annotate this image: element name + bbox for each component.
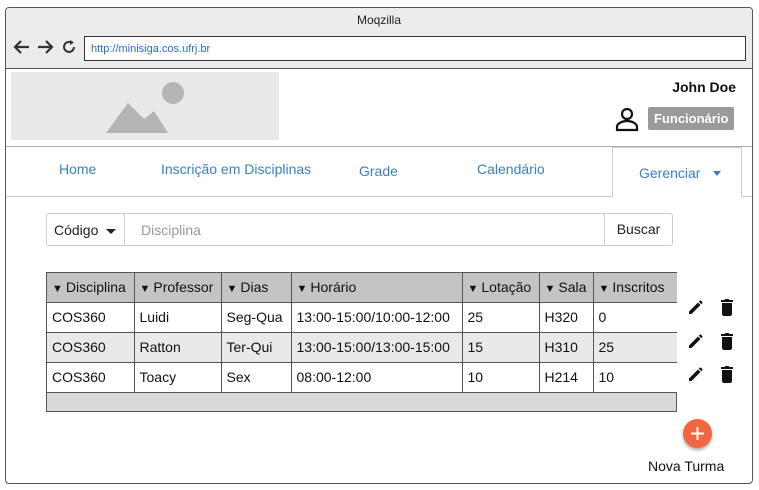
column-header-label: Disciplina bbox=[65, 279, 126, 296]
column-header-label: Lotação bbox=[481, 279, 532, 296]
table-header-row: ▼ Disciplina ▼ Professor ▼ Dias ▼ Horário ▼ L… bbox=[47, 273, 677, 303]
sort-icon: ▼ bbox=[139, 283, 151, 296]
role-badge: Funcionário bbox=[648, 107, 735, 130]
trash-icon[interactable] bbox=[719, 364, 735, 384]
cell-dias: Seg-Qua bbox=[221, 302, 292, 333]
image-placeholder-icon bbox=[106, 82, 184, 133]
reload-icon[interactable] bbox=[60, 38, 78, 56]
table-row[interactable]: COS360 Toacy Sex 08:00-12:00 10 H214 10 bbox=[47, 362, 677, 393]
search-bar: Código Buscar bbox=[46, 213, 673, 246]
browser-window: Moqzilla http://minisiga.cos.ufrj.br Joh… bbox=[5, 7, 753, 484]
sort-icon: ▼ bbox=[226, 283, 238, 296]
tab-grade[interactable]: Grade bbox=[359, 163, 398, 179]
column-header-label: Horário bbox=[310, 279, 357, 296]
column-header-professor[interactable]: ▼ Professor bbox=[134, 273, 222, 303]
column-header-label: Inscritos bbox=[612, 279, 665, 296]
site-header: John Doe Funcionário bbox=[6, 69, 752, 147]
sort-icon: ▼ bbox=[296, 283, 308, 296]
tab-calendario[interactable]: Calendário bbox=[477, 161, 545, 177]
cell-sala: H320 bbox=[539, 302, 594, 333]
add-class-button[interactable] bbox=[683, 419, 712, 448]
sort-icon: ▼ bbox=[467, 283, 479, 296]
sort-icon: ▼ bbox=[598, 283, 610, 296]
cell-horario: 13:00-15:00/10:00-12:00 bbox=[291, 302, 463, 333]
cell-disciplina: COS360 bbox=[47, 302, 135, 333]
column-header-disciplina[interactable]: ▼ Disciplina bbox=[47, 273, 135, 303]
cell-professor: Luidi bbox=[134, 302, 222, 333]
table-row[interactable]: COS360 Ratton Ter-Qui 13:00-15:00/13:00-… bbox=[47, 332, 677, 363]
cell-disciplina: COS360 bbox=[47, 362, 135, 393]
url-bar[interactable]: http://minisiga.cos.ufrj.br bbox=[84, 36, 746, 61]
tab-gerenciar-label: Gerenciar bbox=[639, 165, 701, 181]
tab-inscricao[interactable]: Inscrição em Disciplinas bbox=[161, 161, 311, 177]
browser-titlebar: Moqzilla http://minisiga.cos.ufrj.br bbox=[6, 8, 752, 69]
cell-dias: Ter-Qui bbox=[221, 332, 292, 363]
forward-arrow-icon[interactable] bbox=[36, 38, 54, 56]
logo-placeholder bbox=[11, 72, 279, 140]
plus-icon bbox=[691, 427, 704, 440]
dropdown-caret-icon bbox=[106, 229, 116, 234]
tab-home[interactable]: Home bbox=[59, 161, 96, 177]
cell-professor: Ratton bbox=[134, 332, 222, 363]
search-input[interactable] bbox=[126, 214, 604, 245]
user-name: John Doe bbox=[672, 79, 736, 95]
window-title: Moqzilla bbox=[356, 13, 401, 27]
cell-horario: 08:00-12:00 bbox=[291, 362, 463, 393]
pencil-icon[interactable] bbox=[686, 331, 706, 351]
cell-lotacao: 15 bbox=[462, 332, 540, 363]
row-actions bbox=[686, 364, 736, 384]
column-header-dias[interactable]: ▼ Dias bbox=[221, 273, 292, 303]
cell-inscritos: 10 bbox=[593, 362, 677, 393]
back-arrow-icon[interactable] bbox=[13, 38, 31, 56]
cell-disciplina: COS360 bbox=[47, 332, 135, 363]
cell-lotacao: 25 bbox=[462, 302, 540, 333]
trash-icon[interactable] bbox=[719, 331, 735, 351]
table-row[interactable]: COS360 Luidi Seg-Qua 13:00-15:00/10:00-1… bbox=[47, 302, 677, 333]
pencil-icon[interactable] bbox=[686, 297, 706, 317]
column-header-inscritos[interactable]: ▼ Inscritos bbox=[593, 273, 677, 303]
sort-icon: ▼ bbox=[544, 283, 556, 296]
sort-icon: ▼ bbox=[52, 283, 63, 296]
column-header-label: Professor bbox=[153, 279, 214, 296]
column-header-label: Dias bbox=[240, 279, 269, 296]
column-header-lotacao[interactable]: ▼ Lotação bbox=[462, 273, 540, 303]
pencil-icon[interactable] bbox=[686, 364, 706, 384]
column-header-sala[interactable]: ▼ Sala bbox=[539, 273, 594, 303]
cell-inscritos: 25 bbox=[593, 332, 677, 363]
classes-table: ▼ Disciplina ▼ Professor ▼ Dias ▼ Horário ▼ L… bbox=[47, 273, 677, 393]
search-button[interactable]: Buscar bbox=[604, 214, 672, 245]
tab-gerenciar[interactable]: Gerenciar bbox=[612, 147, 742, 198]
cell-professor: Toacy bbox=[134, 362, 222, 393]
add-class-label: Nova Turma bbox=[648, 458, 725, 474]
row-actions bbox=[686, 331, 736, 351]
column-header-label: Sala bbox=[558, 279, 587, 296]
chevron-down-icon bbox=[713, 171, 721, 176]
cell-lotacao: 10 bbox=[462, 362, 540, 393]
cell-sala: H310 bbox=[539, 332, 594, 363]
cell-dias: Sex bbox=[221, 362, 292, 393]
cell-horario: 13:00-15:00/13:00-15:00 bbox=[291, 332, 463, 363]
nav-tabs: Home Inscrição em Disciplinas Grade Cale… bbox=[6, 147, 752, 198]
classes-table-container: ▼ Disciplina ▼ Professor ▼ Dias ▼ Horário ▼ L… bbox=[46, 272, 677, 412]
row-actions bbox=[686, 297, 736, 317]
trash-icon[interactable] bbox=[719, 297, 735, 317]
search-filter-select[interactable]: Código bbox=[47, 214, 125, 245]
cell-inscritos: 0 bbox=[593, 302, 677, 333]
user-icon[interactable] bbox=[614, 106, 640, 132]
search-filter-label: Código bbox=[54, 222, 99, 238]
column-header-horario[interactable]: ▼ Horário bbox=[291, 273, 463, 303]
cell-sala: H214 bbox=[539, 362, 594, 393]
